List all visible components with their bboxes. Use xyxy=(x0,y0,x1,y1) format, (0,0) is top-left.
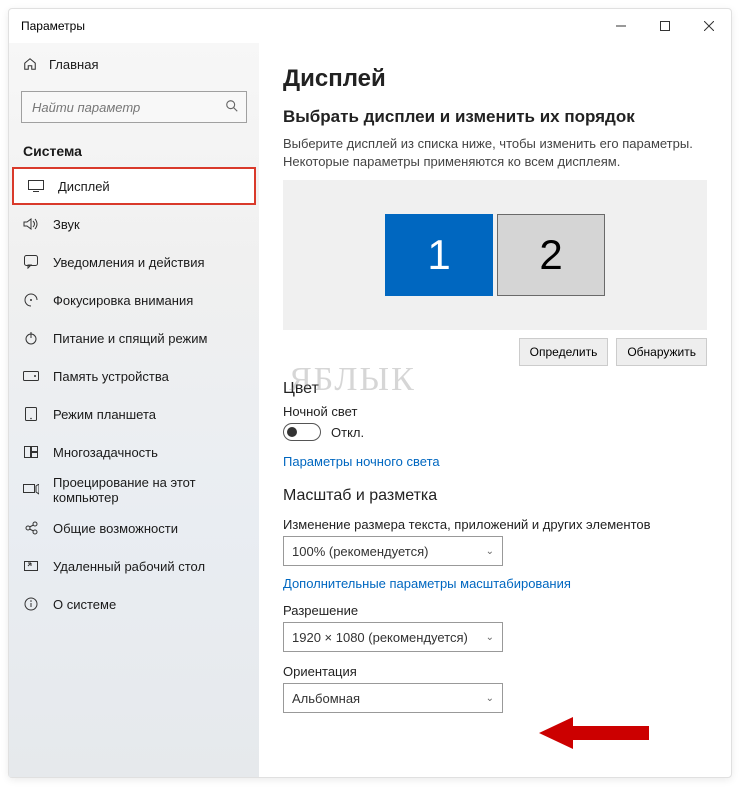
sidebar-item-power[interactable]: Питание и спящий режим xyxy=(9,319,259,357)
main-content: Дисплей Выбрать дисплеи и изменить их по… xyxy=(259,43,731,777)
chevron-down-icon: ⌄ xyxy=(486,693,494,704)
chevron-down-icon: ⌄ xyxy=(486,546,494,557)
orientation-value: Альбомная xyxy=(292,691,360,706)
window-body: Главная Система Дисплей Звук Уведомления… xyxy=(9,43,731,777)
search-input[interactable] xyxy=(21,91,247,123)
nightlight-link[interactable]: Параметры ночного света xyxy=(283,454,440,469)
sidebar-item-display[interactable]: Дисплей xyxy=(12,167,256,205)
toggle-track xyxy=(283,423,321,441)
sidebar-item-label: Режим планшета xyxy=(53,407,156,422)
sidebar-item-label: Питание и спящий режим xyxy=(53,331,207,346)
sidebar-item-shared[interactable]: Общие возможности xyxy=(9,509,259,547)
home-icon xyxy=(23,57,37,71)
section-header: Система xyxy=(9,131,259,167)
identify-button[interactable]: Определить xyxy=(519,338,609,366)
display-2[interactable]: 2 xyxy=(497,214,605,296)
arrange-desc: Выберите дисплей из списка ниже, чтобы и… xyxy=(283,135,707,170)
home-button[interactable]: Главная xyxy=(9,47,259,81)
scale-title: Масштаб и разметка xyxy=(283,487,707,505)
sidebar-item-label: Звук xyxy=(53,217,80,232)
sidebar-item-label: О системе xyxy=(53,597,116,612)
display-1[interactable]: 1 xyxy=(385,214,493,296)
window-title: Параметры xyxy=(21,19,85,33)
display-buttons: Определить Обнаружить xyxy=(283,338,707,366)
sidebar-item-label: Удаленный рабочий стол xyxy=(53,559,205,574)
sidebar-item-tablet[interactable]: Режим планшета xyxy=(9,395,259,433)
resolution-label: Разрешение xyxy=(283,603,707,618)
sidebar-item-about[interactable]: О системе xyxy=(9,585,259,623)
focus-icon xyxy=(23,293,39,307)
sidebar-item-sound[interactable]: Звук xyxy=(9,205,259,243)
search-icon xyxy=(225,99,239,113)
sidebar-item-label: Проецирование на этот компьютер xyxy=(53,475,245,505)
scale-label: Изменение размера текста, приложений и д… xyxy=(283,517,707,532)
scale-value: 100% (рекомендуется) xyxy=(292,544,428,559)
sound-icon xyxy=(23,217,39,231)
sidebar: Главная Система Дисплей Звук Уведомления… xyxy=(9,43,259,777)
display-icon xyxy=(28,180,44,192)
sidebar-item-label: Многозадачность xyxy=(53,445,158,460)
sidebar-item-label: Память устройства xyxy=(53,369,169,384)
detect-button[interactable]: Обнаружить xyxy=(616,338,707,366)
resolution-value: 1920 × 1080 (рекомендуется) xyxy=(292,630,468,645)
sidebar-item-storage[interactable]: Память устройства xyxy=(9,357,259,395)
maximize-button[interactable] xyxy=(643,11,687,41)
tablet-icon xyxy=(23,407,39,421)
window-controls xyxy=(599,11,731,41)
scale-select[interactable]: 100% (рекомендуется) ⌄ xyxy=(283,536,503,566)
resolution-select[interactable]: 1920 × 1080 (рекомендуется) ⌄ xyxy=(283,622,503,652)
notifications-icon xyxy=(23,255,39,269)
sidebar-item-notifications[interactable]: Уведомления и действия xyxy=(9,243,259,281)
displays-pane[interactable]: 1 2 xyxy=(283,180,707,330)
power-icon xyxy=(23,331,39,345)
advanced-scaling-link[interactable]: Дополнительные параметры масштабирования xyxy=(283,576,571,591)
remote-icon xyxy=(23,559,39,573)
page-title: Дисплей xyxy=(283,65,707,93)
sidebar-item-projecting[interactable]: Проецирование на этот компьютер xyxy=(9,471,259,509)
sidebar-item-label: Общие возможности xyxy=(53,521,178,536)
sidebar-item-label: Дисплей xyxy=(58,179,110,194)
about-icon xyxy=(23,597,39,611)
orientation-select[interactable]: Альбомная ⌄ xyxy=(283,683,503,713)
shared-icon xyxy=(23,521,39,535)
projecting-icon xyxy=(23,484,39,496)
sidebar-item-label: Уведомления и действия xyxy=(53,255,205,270)
minimize-button[interactable] xyxy=(599,11,643,41)
sidebar-item-multitask[interactable]: Многозадачность xyxy=(9,433,259,471)
close-button[interactable] xyxy=(687,11,731,41)
nightlight-label: Ночной свет xyxy=(283,404,707,419)
arrange-title: Выбрать дисплеи и изменить их порядок xyxy=(283,107,707,127)
home-label: Главная xyxy=(49,57,98,72)
search-wrap xyxy=(21,91,247,123)
sidebar-item-label: Фокусировка внимания xyxy=(53,293,193,308)
nightlight-toggle[interactable]: Откл. xyxy=(283,423,364,441)
storage-icon xyxy=(23,371,39,381)
color-title: Цвет xyxy=(283,380,707,398)
titlebar: Параметры xyxy=(9,9,731,43)
multitask-icon xyxy=(23,446,39,458)
orientation-label: Ориентация xyxy=(283,664,707,679)
settings-window: Параметры Главная Система Дисплей xyxy=(8,8,732,778)
chevron-down-icon: ⌄ xyxy=(486,632,494,643)
sidebar-item-focus[interactable]: Фокусировка внимания xyxy=(9,281,259,319)
nightlight-state: Откл. xyxy=(331,425,364,440)
sidebar-item-remote[interactable]: Удаленный рабочий стол xyxy=(9,547,259,585)
toggle-knob xyxy=(287,427,297,437)
